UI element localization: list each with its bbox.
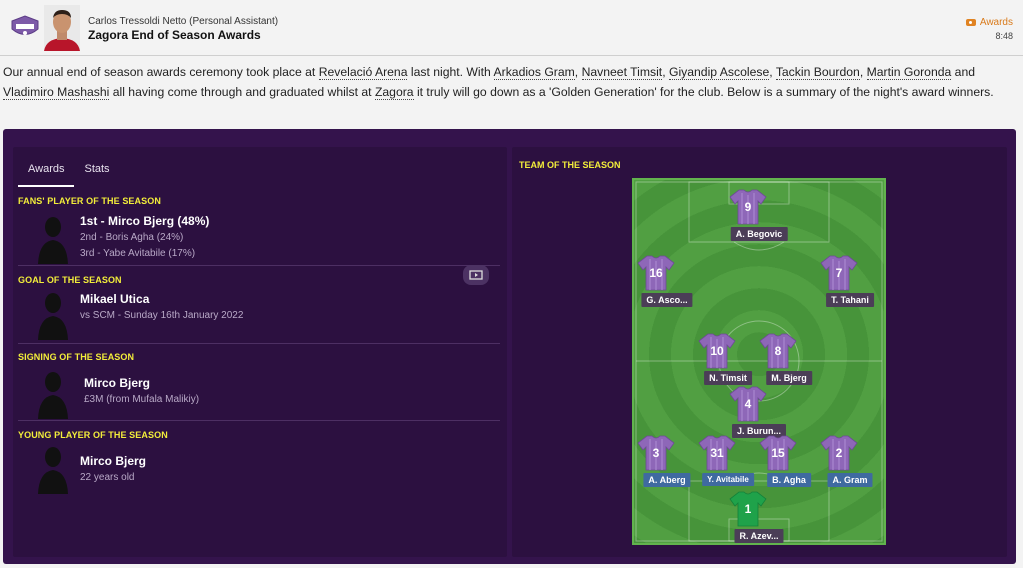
player-link[interactable]: Martin Goronda [866, 65, 952, 80]
player-silhouette-icon[interactable] [35, 290, 71, 340]
awards-panel: Awards Stats FANS' PLAYER OF THE SEASON … [3, 129, 1016, 564]
message-time: 8:48 [995, 31, 1013, 41]
shirt-number: 10 [710, 344, 724, 358]
signing-heading: SIGNING OF THE SEASON [18, 352, 135, 362]
player-link[interactable]: Navneet Timsit [581, 65, 663, 80]
club-link[interactable]: Zagora [374, 85, 414, 100]
player-card[interactable]: 16 G. Asco... [637, 255, 697, 325]
shirt-icon: 4 [729, 386, 767, 422]
shirt-number: 15 [771, 446, 785, 460]
team-of-season-card: TEAM OF THE SEASON 9 A. Begovic 16 G. As… [512, 147, 1007, 557]
message-subject: Zagora End of Season Awards [88, 28, 261, 42]
fans-second-place[interactable]: 2nd - Boris Agha (24%) [80, 232, 183, 243]
player-card[interactable]: 3 A. Aberg [637, 435, 697, 505]
player-name[interactable]: A. Aberg [643, 473, 691, 487]
shirt-number: 2 [836, 446, 843, 460]
young-player-heading: YOUNG PLAYER OF THE SEASON [18, 430, 168, 440]
fans-first-place[interactable]: 1st - Mirco Bjerg (48%) [80, 214, 209, 228]
body-text: , [769, 65, 776, 79]
signing-detail: £3M (from Mufala Malikiy) [84, 394, 200, 405]
body-text: , [859, 65, 867, 79]
shirt-icon: 3 [637, 435, 675, 471]
body-text: Our annual end of season awards ceremony… [3, 65, 319, 79]
body-text: and [951, 65, 976, 79]
tag-icon [965, 19, 976, 26]
tab-stats[interactable]: Stats [74, 158, 119, 187]
player-name[interactable]: G. Asco... [641, 293, 693, 307]
signing-player[interactable]: Mirco Bjerg [84, 376, 150, 390]
shirt-number: 4 [745, 397, 752, 411]
sender-avatar[interactable] [44, 5, 80, 51]
body-text: all having come through and graduated wh… [109, 85, 375, 99]
player-card[interactable]: 1 R. Azev... [729, 491, 789, 543]
shirt-number: 8 [775, 344, 782, 358]
goal-scorer[interactable]: Mikael Utica [80, 292, 149, 306]
player-silhouette-icon[interactable] [35, 214, 71, 264]
message-header: Carlos Tressoldi Netto (Personal Assista… [0, 0, 1023, 56]
shirt-icon: 15 [759, 435, 797, 471]
player-name[interactable]: A. Gram [827, 473, 873, 487]
shirt-icon: 10 [698, 333, 736, 369]
goal-detail: vs SCM - Sunday 16th January 2022 [80, 310, 244, 321]
fans-third-place[interactable]: 3rd - Yabe Avitabile (17%) [80, 248, 195, 259]
young-player[interactable]: Mirco Bjerg [80, 454, 146, 468]
player-name[interactable]: B. Agha [767, 473, 811, 487]
body-text: it truly will go down as a 'Golden Gener… [413, 85, 994, 99]
message-tag[interactable]: Awards [965, 17, 1013, 28]
awards-card: Awards Stats FANS' PLAYER OF THE SEASON … [13, 147, 507, 557]
player-link[interactable]: Arkadios Gram [493, 65, 575, 80]
goal-heading: GOAL OF THE SEASON [18, 275, 122, 285]
shirt-number: 31 [710, 446, 724, 460]
shirt-number: 1 [745, 502, 752, 516]
message-body: Our annual end of season awards ceremony… [3, 62, 1021, 102]
tab-bar: Awards Stats [18, 158, 120, 187]
tab-awards[interactable]: Awards [18, 158, 75, 187]
fans-player-heading: FANS' PLAYER OF THE SEASON [18, 196, 161, 206]
player-card[interactable]: 9 A. Begovic [729, 189, 789, 259]
body-text: , [574, 65, 582, 79]
shirt-icon: 16 [637, 255, 675, 291]
shirt-number: 9 [745, 200, 752, 214]
player-card[interactable]: 2 A. Gram [820, 435, 880, 505]
shirt-icon: 2 [820, 435, 858, 471]
shirt-icon: 9 [729, 189, 767, 225]
player-link[interactable]: Giyandip Ascolese [668, 65, 770, 80]
shirt-number: 7 [836, 266, 843, 280]
divider [18, 343, 500, 344]
player-name[interactable]: A. Begovic [730, 227, 788, 241]
tag-label: Awards [979, 17, 1013, 28]
body-text: last night. With [407, 65, 494, 79]
shirt-icon: 7 [820, 255, 858, 291]
player-name[interactable]: T. Tahani [826, 293, 874, 307]
shirt-number: 16 [649, 266, 663, 280]
player-name[interactable]: N. Timsit [704, 371, 752, 385]
divider [18, 420, 500, 421]
club-crest-icon [11, 15, 39, 35]
player-card[interactable]: 7 T. Tahani [820, 255, 880, 325]
shirt-number: 3 [653, 446, 660, 460]
player-link[interactable]: Vladimiro Mashashi [3, 85, 110, 100]
divider [18, 265, 500, 266]
pitch: 9 A. Begovic 16 G. Asco... 7 T. Tahani 1… [632, 178, 886, 545]
sender-name[interactable]: Carlos Tressoldi Netto (Personal Assista… [88, 16, 278, 27]
goalkeeper-shirt-icon: 1 [729, 491, 767, 527]
team-of-season-heading: TEAM OF THE SEASON [519, 160, 621, 170]
player-name[interactable]: R. Azev... [734, 529, 784, 543]
venue-link[interactable]: Revelació Arena [318, 65, 408, 80]
player-name[interactable]: Y. Avitabile [702, 473, 754, 486]
body-text: , [662, 65, 669, 79]
shirt-icon: 31 [698, 435, 736, 471]
shirt-icon: 8 [759, 333, 797, 369]
video-highlight-icon [469, 270, 483, 280]
player-name[interactable]: M. Bjerg [766, 371, 812, 385]
player-link[interactable]: Tackin Bourdon [775, 65, 860, 80]
player-silhouette-icon[interactable] [35, 369, 71, 419]
player-silhouette-icon[interactable] [35, 444, 71, 494]
young-player-detail: 22 years old [80, 472, 135, 483]
watch-goal-button[interactable] [463, 265, 489, 285]
